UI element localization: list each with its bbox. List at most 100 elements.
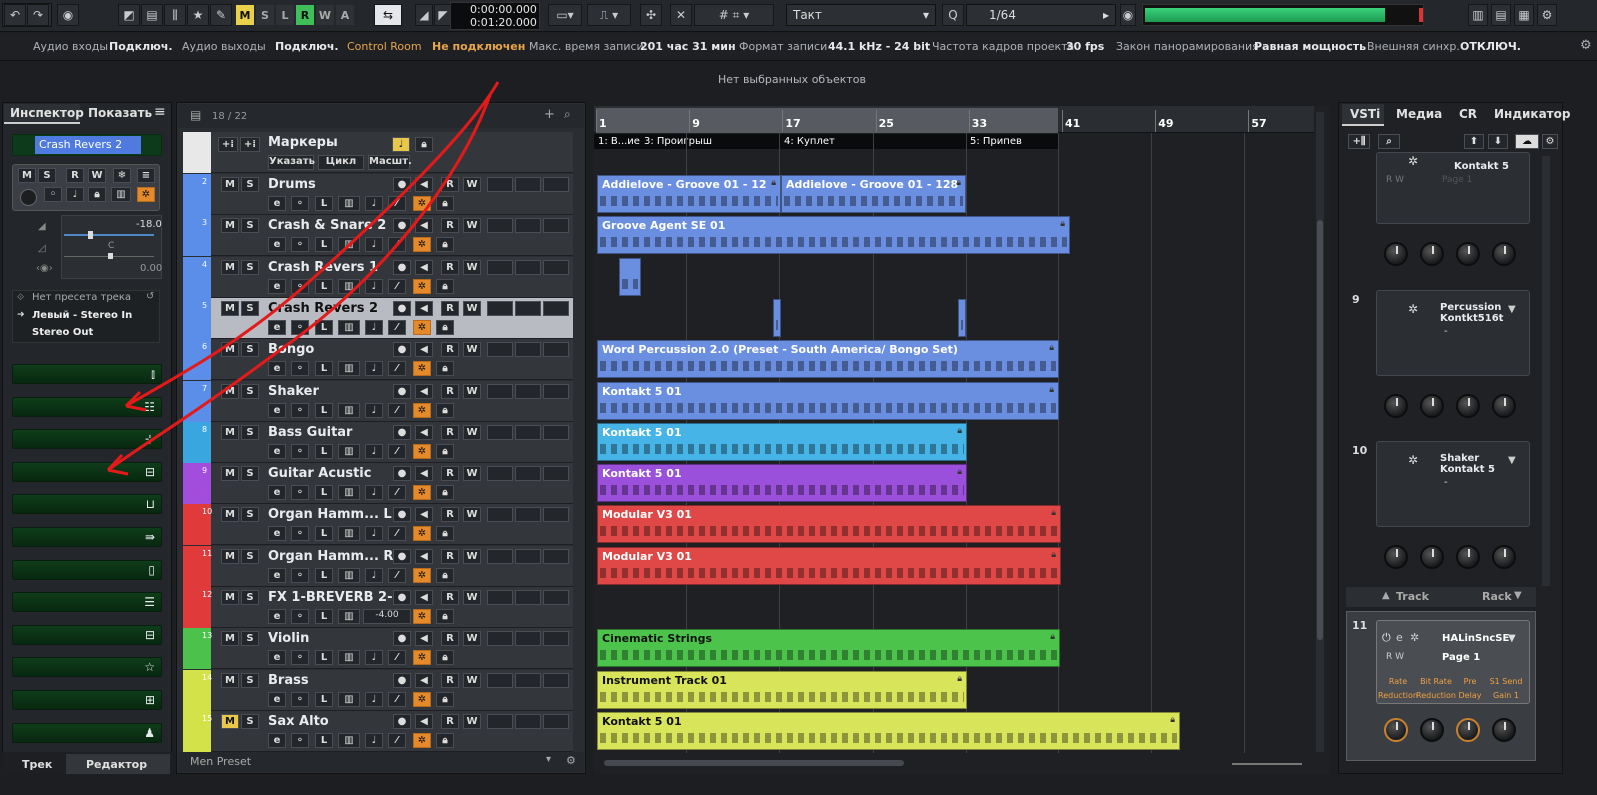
keys-icon[interactable]: ▥	[338, 485, 360, 501]
solo-button[interactable]: S	[241, 259, 259, 275]
vertical-scroll-thumb[interactable]	[1317, 220, 1323, 640]
track-row[interactable]: 5 ◐ M S Crash Revers 2 ● ◀ R W e ⚬ L ▥ ♩…	[183, 297, 573, 339]
marker-remove-icon[interactable]: +⁞	[240, 137, 260, 152]
channel-settings-icon[interactable]: ⚬	[291, 609, 309, 624]
track-row[interactable]: 15 ♪ M S Sax Alto ● ◀ R W e ⚬ L ▥ ♩ ⁄ ✲ …	[183, 710, 573, 752]
quick-control-knob[interactable]	[1384, 545, 1408, 569]
redo-icon[interactable]: ↷	[27, 4, 49, 26]
auto-scroll-icon[interactable]: ⇆	[374, 4, 402, 26]
favorites-icon[interactable]: ★	[187, 4, 209, 26]
record-enable-icon[interactable]: ●	[393, 218, 411, 234]
fx-volume-value[interactable]: -4.00	[363, 609, 411, 624]
inspector-volume-handle[interactable]	[88, 231, 93, 239]
write-button[interactable]: W	[463, 300, 481, 316]
grid-icon[interactable]: # ⌗ ▾	[694, 4, 774, 26]
add-track-icon[interactable]: +	[544, 107, 555, 122]
send-slot[interactable]	[543, 218, 569, 234]
edit-instrument-icon[interactable]: e	[268, 443, 286, 459]
channel-settings-icon[interactable]: ⚬	[291, 402, 309, 418]
pencil-icon[interactable]: ⁄	[388, 361, 406, 377]
track-row[interactable]: 6 ▭ M S Bongo ● ◀ R W e ⚬ L ▥ ♩ ⁄ ✲ 🔒︎	[183, 339, 573, 381]
edit-instrument-icon[interactable]: e	[268, 732, 286, 748]
lane-icon[interactable]: L	[315, 691, 333, 707]
add-instrument-icon[interactable]: +⫼	[1348, 134, 1370, 149]
horizontal-scrollbar[interactable]	[604, 760, 904, 766]
channel-settings-icon[interactable]: ⚬	[291, 691, 309, 707]
inspector-write-button[interactable]: W	[88, 168, 106, 183]
note-icon[interactable]: ♩	[365, 526, 383, 542]
pan-slot[interactable]	[515, 548, 541, 564]
note-icon[interactable]: ♩	[365, 361, 383, 377]
channel-settings-icon[interactable]: ⚬	[291, 650, 309, 666]
circle-icon[interactable]: ◉	[1120, 4, 1136, 26]
track-row[interactable]: 2 🥁︎ M S Drums ● ◀ R W e ⚬ L ▥ ♩ ⁄ ✲ 🔒︎	[183, 174, 573, 215]
move-up-icon[interactable]: ⬆	[1464, 134, 1484, 149]
monitor-icon[interactable]: ◀	[415, 548, 433, 564]
keys-icon[interactable]: ▥	[338, 443, 360, 459]
midi-event[interactable]: Groove Agent SE 01 🔒︎	[597, 216, 1070, 255]
note-icon[interactable]: ♩	[365, 319, 383, 335]
mixer-icon[interactable]: ⫼	[164, 4, 186, 26]
send-slot[interactable]	[543, 383, 569, 399]
keys-icon[interactable]: ▥	[338, 732, 360, 748]
solo-button[interactable]: S	[241, 342, 259, 358]
lock-icon[interactable]: 🔒︎	[436, 567, 454, 583]
pan-slot[interactable]	[515, 713, 541, 729]
quantize-mode-icon[interactable]: ⎍ ▾	[587, 4, 631, 26]
inspector-section[interactable]: ⊟	[12, 461, 162, 482]
mute-button[interactable]: M	[221, 218, 239, 234]
write-button[interactable]: W	[463, 548, 481, 564]
lock-icon[interactable]: 🔒︎	[436, 237, 454, 253]
edit-instrument-icon[interactable]: e	[268, 526, 286, 542]
rack-cloud-icon[interactable]: ☁	[1515, 134, 1539, 149]
monitor-icon[interactable]: ◀	[415, 218, 433, 234]
channel-settings-icon[interactable]: ⚬	[291, 278, 309, 294]
footer-settings-icon[interactable]: ⚙	[566, 754, 576, 767]
inspector-lock-icon[interactable]: 🔒︎	[88, 187, 106, 202]
mode-m[interactable]: M	[236, 5, 254, 25]
write-button[interactable]: W	[463, 342, 481, 358]
read-button[interactable]: R	[441, 590, 459, 605]
slot-menu-icon[interactable]: ▼	[1508, 455, 1516, 466]
write-button[interactable]: W	[463, 218, 481, 234]
layout-left-icon[interactable]: ▥	[1468, 4, 1488, 26]
mute-button[interactable]: M	[221, 466, 239, 482]
solo-button[interactable]: S	[241, 507, 259, 523]
keys-icon[interactable]: ▥	[338, 361, 360, 377]
grid-type-icon[interactable]: ▭▾	[548, 4, 582, 26]
insert-slot[interactable]	[487, 713, 513, 729]
note-icon[interactable]: ♩	[365, 732, 383, 748]
lock-icon[interactable]: 🔒︎	[436, 319, 454, 335]
edit-instrument-icon[interactable]: e	[268, 609, 286, 624]
record-enable-icon[interactable]: ●	[393, 466, 411, 482]
send-slot[interactable]	[543, 713, 569, 729]
pan-slot[interactable]	[515, 383, 541, 399]
info-value-pan-law[interactable]: Равная мощность	[1254, 40, 1366, 53]
solo-button[interactable]: S	[241, 466, 259, 482]
midi-event[interactable]	[619, 257, 641, 296]
lock-icon[interactable]: 🔒︎	[436, 691, 454, 707]
settings-icon[interactable]: ⚙	[1537, 4, 1557, 26]
edit-instrument-icon[interactable]: e	[268, 691, 286, 707]
pencil-icon[interactable]: ⁄	[388, 650, 406, 666]
info-value-record-format[interactable]: 44.1 kHz - 24 bit	[828, 40, 930, 53]
inspector-monitor-icon[interactable]: ◦	[44, 187, 62, 202]
monitor-icon[interactable]: ◀	[415, 300, 433, 316]
solo-button[interactable]: S	[241, 218, 259, 234]
inspector-section[interactable]: ⊔	[12, 494, 162, 515]
mute-button[interactable]: M	[221, 424, 239, 440]
record-enable-icon[interactable]: ●	[393, 713, 411, 729]
monitor-icon[interactable]: ◀	[415, 342, 433, 358]
inspector-output[interactable]: Stereo Out	[32, 327, 93, 338]
lock-icon[interactable]: 🔒︎	[436, 650, 454, 666]
midi-event[interactable]: Kontakt 5 01 🔒︎	[597, 381, 1059, 420]
read-button[interactable]: R	[441, 672, 459, 688]
quick-control-knob[interactable]	[1456, 718, 1480, 742]
channel-settings-icon[interactable]: ⚬	[291, 732, 309, 748]
read-button[interactable]: R	[441, 548, 459, 564]
instrument-icon[interactable]: ✲	[413, 609, 431, 624]
edit-instrument-icon[interactable]: e	[268, 278, 286, 294]
inspector-section[interactable]: ⊹	[12, 429, 162, 450]
rack-settings-icon[interactable]: ⚙	[1542, 134, 1558, 149]
monitor-icon[interactable]: ◀	[415, 713, 433, 729]
